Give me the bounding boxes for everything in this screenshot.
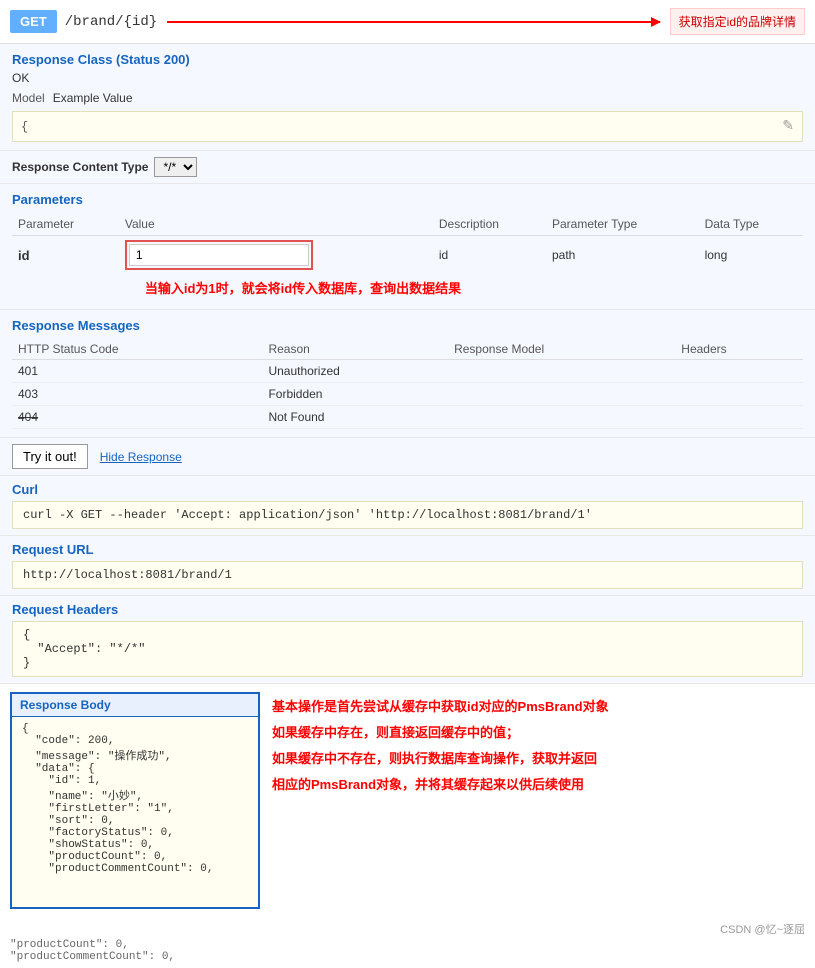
bottom-cutoff: "productCount": 0, "productCommentCount"… bbox=[0, 939, 815, 967]
param-col-description: Description bbox=[433, 213, 546, 236]
param-id: id bbox=[12, 236, 119, 275]
curl-command: curl -X GET --header 'Accept: applicatio… bbox=[12, 501, 803, 529]
annotation-line3: 如果缓存中不存在，则执行数据库查询操作，获取并返回 bbox=[272, 744, 609, 770]
table-row: 401 Unauthorized bbox=[12, 360, 803, 383]
resp-reason-401: Unauthorized bbox=[262, 360, 448, 383]
bottom-area: Response Body { "code": 200, "message": … bbox=[0, 684, 815, 917]
annotation-row: 当输入id为1时，就会将id传入数据库，查询出数据结果 bbox=[12, 274, 803, 301]
model-row: Model Example Value bbox=[12, 91, 803, 105]
param-col-value: Value bbox=[119, 213, 433, 236]
model-label: Model bbox=[12, 91, 45, 105]
resp-headers-404 bbox=[675, 406, 803, 429]
content-type-label: Response Content Type bbox=[12, 160, 148, 174]
response-class-title: Response Class (Status 200) bbox=[12, 52, 803, 67]
param-col-datatype: Data Type bbox=[699, 213, 803, 236]
top-bar: GET /brand/{id} 获取指定id的品牌详情 bbox=[0, 0, 815, 44]
resp-reason-403: Forbidden bbox=[262, 383, 448, 406]
endpoint-description: 获取指定id的品牌详情 bbox=[670, 8, 805, 35]
table-row: 403 Forbidden bbox=[12, 383, 803, 406]
code-snippet: { bbox=[21, 120, 28, 134]
resp-model-403 bbox=[448, 383, 675, 406]
response-annotation: 基本操作是首先尝试从缓存中获取id对应的PmsBrand对象 如果缓存中存在，则… bbox=[272, 692, 609, 909]
hide-response-link[interactable]: Hide Response bbox=[100, 450, 182, 464]
param-value-cell bbox=[119, 236, 433, 275]
resp-code-403: 403 bbox=[12, 383, 262, 406]
param-desc-cell: id bbox=[433, 236, 546, 275]
resp-model-401 bbox=[448, 360, 675, 383]
request-headers-section: Request Headers { "Accept": "*/*" } bbox=[0, 596, 815, 684]
try-it-button[interactable]: Try it out! bbox=[12, 444, 88, 469]
method-badge: GET bbox=[10, 10, 57, 33]
response-messages-section: Response Messages HTTP Status Code Reaso… bbox=[0, 310, 815, 438]
csdn-watermark: CSDN @忆~逐屈 bbox=[0, 917, 815, 939]
resp-col-headers: Headers bbox=[675, 339, 803, 360]
annotation-line4: 相应的PmsBrand对象，并将其缓存起来以供后续使用 bbox=[272, 770, 609, 796]
response-body-box: Response Body { "code": 200, "message": … bbox=[10, 692, 260, 909]
param-col-parameter: Parameter bbox=[12, 213, 119, 236]
response-messages-title: Response Messages bbox=[12, 310, 803, 333]
resp-col-http: HTTP Status Code bbox=[12, 339, 262, 360]
request-headers-content: { "Accept": "*/*" } bbox=[12, 621, 803, 677]
resp-code-404: 404 bbox=[12, 406, 262, 429]
endpoint-path: /brand/{id} bbox=[65, 14, 157, 30]
response-body-content: { "code": 200, "message": "操作成功", "data"… bbox=[12, 717, 258, 907]
resp-col-reason: Reason bbox=[262, 339, 448, 360]
try-it-row: Try it out! Hide Response bbox=[0, 438, 815, 476]
param-datatype-cell: long bbox=[699, 236, 803, 275]
resp-code-401: 401 bbox=[12, 360, 262, 383]
request-headers-title: Request Headers bbox=[12, 602, 803, 617]
arrow-line bbox=[167, 21, 660, 23]
param-value-input[interactable] bbox=[129, 244, 309, 266]
response-class-section: Response Class (Status 200) OK Model Exa… bbox=[0, 44, 815, 151]
response-body-title: Response Body bbox=[12, 694, 258, 717]
curl-section: Curl curl -X GET --header 'Accept: appli… bbox=[0, 476, 815, 536]
annotation-line2: 如果缓存中存在，则直接返回缓存中的值； bbox=[272, 718, 609, 744]
resp-col-model: Response Model bbox=[448, 339, 675, 360]
param-type-cell: path bbox=[546, 236, 699, 275]
param-col-parametertype: Parameter Type bbox=[546, 213, 699, 236]
resp-model-404 bbox=[448, 406, 675, 429]
content-type-row: Response Content Type */* bbox=[0, 151, 815, 184]
table-row: id id path long bbox=[12, 236, 803, 275]
example-value-tab[interactable]: Example Value bbox=[53, 91, 133, 105]
request-url-section: Request URL http://localhost:8081/brand/… bbox=[0, 536, 815, 596]
curl-title: Curl bbox=[12, 482, 803, 497]
table-row: 404 Not Found bbox=[12, 406, 803, 429]
params-annotation: 当输入id为1时，就会将id传入数据库，查询出数据结果 bbox=[125, 281, 461, 296]
parameters-table: Parameter Value Description Parameter Ty… bbox=[12, 213, 803, 301]
request-url-value: http://localhost:8081/brand/1 bbox=[12, 561, 803, 589]
request-url-title: Request URL bbox=[12, 542, 803, 557]
parameters-title: Parameters bbox=[12, 184, 803, 207]
response-messages-table: HTTP Status Code Reason Response Model H… bbox=[12, 339, 803, 429]
content-type-select[interactable]: */* bbox=[154, 157, 197, 177]
edit-icon[interactable]: ✎ bbox=[782, 118, 794, 135]
resp-headers-403 bbox=[675, 383, 803, 406]
resp-reason-404: Not Found bbox=[262, 406, 448, 429]
annotation-line1: 基本操作是首先尝试从缓存中获取id对应的PmsBrand对象 bbox=[272, 692, 609, 718]
response-code-box: { ✎ bbox=[12, 111, 803, 142]
value-input-wrapper bbox=[125, 240, 313, 270]
response-status-ok: OK bbox=[12, 71, 803, 85]
parameters-section: Parameters Parameter Value Description P… bbox=[0, 184, 815, 310]
resp-headers-401 bbox=[675, 360, 803, 383]
